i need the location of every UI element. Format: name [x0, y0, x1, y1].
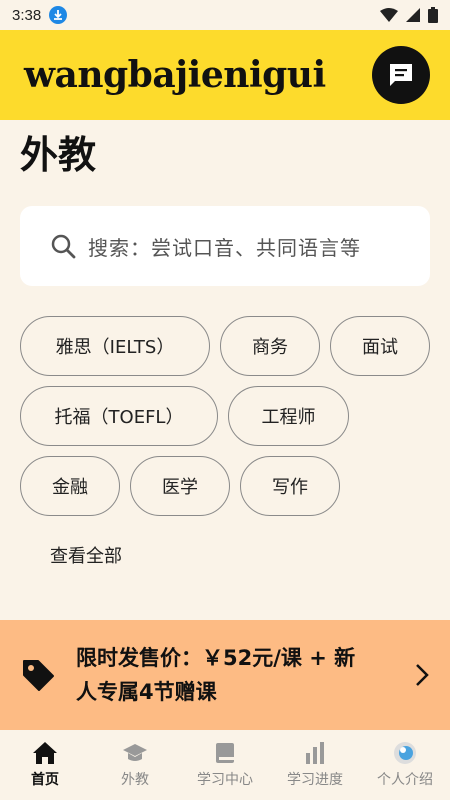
tag-engineer[interactable]: 工程师	[228, 386, 349, 446]
status-icons	[380, 7, 438, 23]
tab-profile-label: 个人介绍	[377, 772, 433, 788]
search-placeholder: 搜索：尝试口音、共同语言等	[88, 235, 361, 260]
tag-writing[interactable]: 写作	[240, 456, 340, 516]
promo-text: 限时发售价：￥52元/课 + 新人专属4节赠课	[76, 646, 356, 704]
tab-home[interactable]: 首页	[0, 730, 90, 800]
tag-ielts[interactable]: 雅思（IELTS）	[20, 316, 210, 376]
signal-icon	[406, 8, 420, 22]
tag-interview[interactable]: 面试	[330, 316, 430, 376]
bar-chart-icon	[306, 742, 324, 764]
graduation-cap-icon	[123, 744, 147, 761]
bottom-tab-bar: 首页 外教 学习中心 学习进度 个人介绍	[0, 730, 450, 800]
chat-button[interactable]	[372, 46, 430, 104]
tab-progress-label: 学习进度	[287, 772, 343, 788]
tab-profile[interactable]: 个人介绍	[360, 730, 450, 800]
price-tag-icon	[23, 660, 54, 691]
chat-icon	[390, 64, 412, 86]
brand-logo: wangbajienigui	[24, 54, 326, 96]
tag-finance[interactable]: 金融	[20, 456, 120, 516]
search-icon	[51, 234, 76, 259]
status-bar: 3:38	[0, 0, 450, 30]
wifi-icon	[380, 8, 398, 22]
tag-medicine[interactable]: 医学	[130, 456, 230, 516]
page-title: 外教	[20, 133, 97, 177]
tab-progress[interactable]: 学习进度	[270, 730, 360, 800]
search-input[interactable]: 搜索：尝试口音、共同语言等	[20, 206, 430, 286]
tab-home-label: 首页	[31, 772, 59, 788]
tag-business[interactable]: 商务	[220, 316, 320, 376]
download-icon	[49, 6, 68, 24]
avatar-icon	[394, 742, 416, 764]
status-time: 3:38	[12, 6, 42, 24]
promo-banner[interactable]: 限时发售价：￥52元/课 + 新人专属4节赠课	[0, 620, 450, 730]
tab-learning-center[interactable]: 学习中心	[180, 730, 270, 800]
tab-learning-center-label: 学习中心	[197, 772, 253, 788]
app-header: wangbajienigui	[0, 30, 450, 120]
book-icon	[216, 743, 234, 763]
chevron-right-icon	[416, 664, 429, 686]
tab-tutors[interactable]: 外教	[90, 730, 180, 800]
tab-tutors-label: 外教	[121, 772, 149, 788]
battery-icon	[428, 7, 438, 23]
view-all-link[interactable]: 查看全部	[50, 542, 122, 568]
home-icon	[33, 742, 57, 764]
tag-toefl[interactable]: 托福（TOEFL）	[20, 386, 218, 446]
